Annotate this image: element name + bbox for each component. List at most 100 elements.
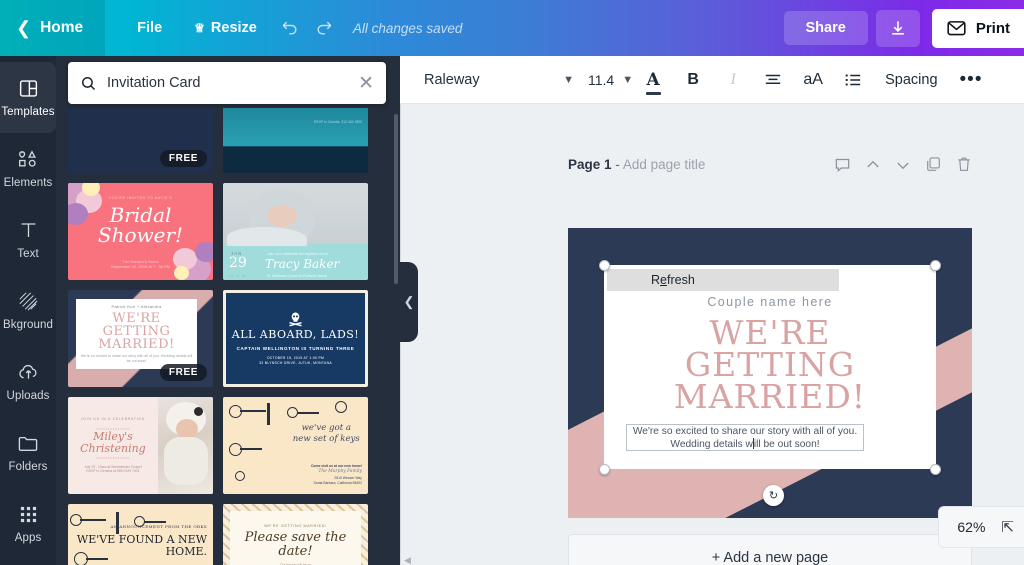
- heading-line-3: MARRIED!: [673, 377, 867, 416]
- align-button[interactable]: [753, 56, 793, 104]
- sidebar-label-templates: Templates: [1, 106, 55, 118]
- selection-handle-bottom-right[interactable]: [930, 464, 941, 475]
- share-button[interactable]: Share: [783, 11, 868, 45]
- file-menu-button[interactable]: File: [121, 0, 178, 56]
- editor-area: Raleway ▼ 11.4 ▼ A B I aA Spacing ••• Pa…: [400, 56, 1024, 565]
- redo-button[interactable]: [307, 0, 341, 56]
- print-button[interactable]: Print: [931, 8, 1024, 48]
- selection-handle-top-left[interactable]: [599, 260, 610, 271]
- free-badge: FREE: [159, 150, 207, 167]
- template-title: Miley's Christening: [80, 429, 146, 455]
- body-line-2b: ill be out soon!: [753, 438, 820, 450]
- template-title: Please save the date!: [244, 529, 347, 559]
- chevron-left-icon: ❮: [16, 18, 32, 38]
- selection-border-right: [935, 265, 936, 469]
- horizontal-scrollbar[interactable]: ◀: [400, 555, 1024, 565]
- undo-icon: [282, 21, 297, 35]
- panel-scrollbar[interactable]: [394, 114, 398, 284]
- template-title: Bridal Shower!: [97, 203, 184, 247]
- template-row: AN ANNOUNCEMENT FROM THE ORKS WE'VE FOUN…: [68, 504, 388, 565]
- search-box[interactable]: Invitation Card ✕: [68, 62, 386, 104]
- sidebar-item-apps[interactable]: Apps: [0, 488, 56, 559]
- template-name: Tracy Baker: [265, 257, 340, 271]
- template-thumbnail[interactable]: FREE: [68, 108, 213, 173]
- bullet-list-button[interactable]: [833, 56, 873, 104]
- undo-button[interactable]: [273, 0, 307, 56]
- wedding-heading[interactable]: WE'RE GETTING MARRIED!: [604, 316, 936, 416]
- chevron-left-icon: ❮: [403, 294, 415, 309]
- page-title-placeholder[interactable]: Add page title: [623, 157, 706, 172]
- template-note: We're so excited to share our story with…: [80, 354, 193, 363]
- template-row: JOIN US IN A CELEBRATION •••••••••••••• …: [68, 397, 388, 494]
- sidebar-item-uploads[interactable]: Uploads: [0, 346, 56, 417]
- duplicate-icon[interactable]: [925, 156, 942, 173]
- rotate-handle[interactable]: ↻: [763, 485, 784, 506]
- template-detail: July 19 - 10am at Westminster Chapel RSV…: [84, 464, 142, 474]
- case-label: aA: [803, 70, 823, 88]
- context-menu-refresh[interactable]: Re fresh: [607, 269, 839, 291]
- sidebar-item-folders[interactable]: Folders: [0, 417, 56, 488]
- template-family: The Murphy Family: [318, 469, 362, 474]
- bold-label: B: [687, 70, 699, 88]
- bullet-list-icon: [845, 73, 861, 86]
- sidebar-item-templates[interactable]: Templates: [0, 62, 56, 133]
- template-thumbnail[interactable]: YOU'RE INVITED TO KATIE'S Bridal Shower!…: [68, 183, 213, 280]
- zoom-level-value[interactable]: 62%: [957, 519, 985, 535]
- header-right-actions: Share Print: [783, 8, 1024, 48]
- template-eyebrow: JOIN US IN A CELEBRATION: [80, 417, 146, 422]
- resize-button[interactable]: ♕ Resize: [178, 0, 273, 56]
- trash-icon[interactable]: [956, 156, 972, 173]
- selection-handle-bottom-left[interactable]: [599, 464, 610, 475]
- skull-crossbones-icon: [289, 312, 302, 327]
- text-color-button[interactable]: A: [633, 56, 673, 104]
- zoom-control: 62% ⇱: [938, 506, 1024, 548]
- sidebar-item-text[interactable]: Text: [0, 204, 56, 275]
- template-line1: Join us to celebrate the baptism of our: [267, 252, 328, 256]
- envelope-icon: [947, 21, 966, 36]
- template-title: ALL ABOARD, LADS!: [231, 328, 360, 341]
- invitation-white-card[interactable]: Re fresh Couple name here WE'RE GETTING M…: [604, 265, 936, 469]
- template-thumbnail[interactable]: Patrick Kurl + Alexandra WE'RE GETTING M…: [68, 290, 213, 387]
- panel-collapse-button[interactable]: ❮: [400, 262, 418, 342]
- template-eyebrow: WE'RE GETTING MARRIED!: [264, 523, 327, 528]
- search-input[interactable]: Invitation Card: [107, 75, 348, 91]
- italic-button[interactable]: I: [713, 56, 753, 104]
- couple-name-text[interactable]: Couple name here: [604, 295, 936, 309]
- letter-case-button[interactable]: aA: [793, 56, 833, 104]
- move-up-icon[interactable]: [865, 157, 881, 173]
- refresh-accesskey: e: [660, 273, 667, 287]
- template-thumbnail[interactable]: ALL ABOARD, LADS! CAPTAIN WELLINGTON IS …: [223, 290, 368, 387]
- page-number-label: Page 1: [568, 157, 612, 172]
- spacing-button[interactable]: Spacing: [873, 72, 949, 88]
- sidebar-item-elements[interactable]: Elements: [0, 133, 56, 204]
- comment-icon[interactable]: [834, 156, 851, 173]
- selection-handle-top-right[interactable]: [930, 260, 941, 271]
- page-title-row[interactable]: Page 1 - Add page title: [568, 157, 705, 172]
- search-icon: [82, 76, 96, 90]
- home-button[interactable]: ❮ Home: [0, 0, 106, 56]
- template-thumbnail[interactable]: JOIN US IN A CELEBRATION •••••••••••••• …: [68, 397, 213, 494]
- grid-dots-icon: [19, 503, 38, 525]
- template-photo: [157, 397, 213, 494]
- template-thumbnail[interactable]: JAN 29 10 A M Join us to celebrate the b…: [223, 183, 368, 280]
- download-button[interactable]: [875, 9, 920, 47]
- font-size-select[interactable]: 11.4 ▼: [588, 72, 633, 88]
- body-text-content: We're so excited to share our story with…: [629, 425, 861, 451]
- template-thumbnail[interactable]: we've got a new set of keys Come visit u…: [223, 397, 368, 494]
- design-canvas[interactable]: Re fresh Couple name here WE'RE GETTING M…: [568, 228, 972, 518]
- template-title: WE'VE FOUND A NEW HOME.: [76, 533, 207, 558]
- template-thumbnail[interactable]: AN ANNOUNCEMENT FROM THE ORKS WE'VE FOUN…: [68, 504, 213, 565]
- template-title: we've got a new set of keys: [292, 423, 360, 444]
- template-subtitle: CAPTAIN WELLINGTON IS TURNING THREE: [236, 346, 355, 351]
- template-thumbnail[interactable]: RSVP to Claudia: 312 454 1890: [223, 108, 368, 173]
- sidebar-item-background[interactable]: Bkground: [0, 275, 56, 346]
- font-family-select[interactable]: Raleway ▼: [424, 72, 574, 88]
- close-x-icon[interactable]: ✕: [358, 74, 374, 93]
- bold-button[interactable]: B: [673, 56, 713, 104]
- refresh-label-prefix: R: [651, 273, 661, 287]
- move-down-icon[interactable]: [895, 157, 911, 173]
- expand-arrow-icon[interactable]: ⇱: [1001, 518, 1014, 536]
- template-thumbnail[interactable]: WE'RE GETTING MARRIED! Please save the d…: [223, 504, 368, 565]
- body-text-box[interactable]: We're so excited to share our story with…: [626, 424, 864, 451]
- template-eyebrow: YOU'RE INVITED TO KATIE'S: [108, 196, 173, 200]
